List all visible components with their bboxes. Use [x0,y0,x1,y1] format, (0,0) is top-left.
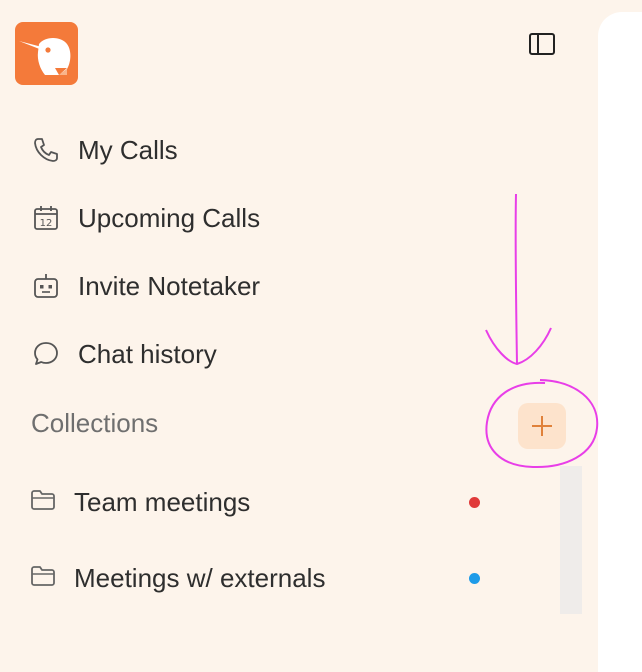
add-collection-button[interactable] [518,403,566,449]
collection-color-dot [469,573,480,584]
collection-label: Meetings w/ externals [74,562,326,593]
nav-item-invite-notetaker[interactable]: Invite Notetaker [30,264,260,308]
nav-item-my-calls[interactable]: My Calls [30,128,178,172]
nav-item-chat-history[interactable]: Chat history [30,332,217,376]
scrollbar-track[interactable] [560,466,582,614]
folder-icon [30,489,56,516]
svg-text:12: 12 [40,218,53,229]
nav-label: Chat history [78,338,217,369]
main-panel [598,12,642,672]
sidebar: My Calls 12 Upcoming Calls Invite Noteta… [0,0,598,648]
nav-label: My Calls [78,134,178,165]
phone-icon [30,134,62,166]
nav-label: Upcoming Calls [78,202,261,233]
folder-icon [30,565,56,592]
collection-item-team-meetings[interactable]: Team meetings [30,480,490,524]
calendar-icon: 12 [30,202,62,234]
collections-heading: Collections [31,408,159,438]
sidebar-toggle-icon [529,33,555,55]
app-logo[interactable] [15,22,78,85]
collection-color-dot [469,497,480,508]
toggle-sidebar-button[interactable] [526,30,558,58]
nav-label: Invite Notetaker [78,270,261,301]
kiwi-bird-logo-icon [19,38,71,75]
collection-label: Team meetings [74,486,251,517]
chat-bubble-icon [30,338,62,370]
nav-item-upcoming-calls[interactable]: 12 Upcoming Calls [30,196,260,240]
collection-item-meetings-w-externals[interactable]: Meetings w/ externals [30,556,490,600]
robot-icon [30,270,62,302]
plus-icon [532,416,552,436]
